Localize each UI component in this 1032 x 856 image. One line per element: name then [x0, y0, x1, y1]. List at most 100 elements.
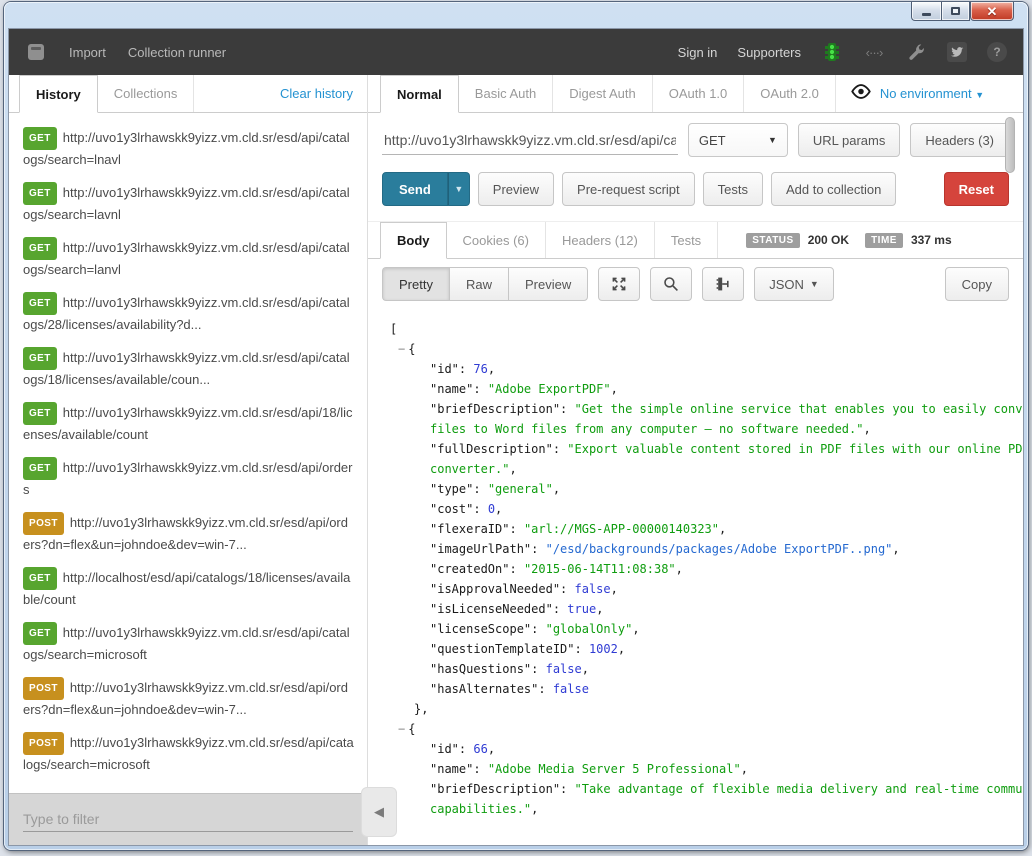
- tab-body[interactable]: Body: [380, 222, 447, 259]
- help-icon[interactable]: ?: [987, 42, 1007, 62]
- import-button[interactable]: Import: [69, 45, 106, 60]
- window-titlebar[interactable]: ✕: [4, 2, 1028, 28]
- json-line: [: [390, 319, 1003, 339]
- method-badge: POST: [23, 512, 64, 535]
- request-panel: NormalBasic AuthDigest AuthOAuth 1.0OAut…: [367, 75, 1023, 845]
- history-item[interactable]: POSThttp://uvo1y3lrhawskk9yizz.vm.cld.sr…: [23, 506, 355, 561]
- chevron-down-icon: ▼: [810, 279, 819, 289]
- url-input[interactable]: [382, 126, 678, 155]
- collection-runner-button[interactable]: Collection runner: [128, 45, 226, 60]
- response-json: [−{"id": 76,"name": "Adobe ExportPDF","b…: [368, 309, 1023, 845]
- view-mode-preview[interactable]: Preview: [508, 267, 588, 301]
- filter-input[interactable]: [23, 807, 353, 832]
- history-item[interactable]: GEThttp://uvo1y3lrhawskk9yizz.vm.cld.sr/…: [23, 341, 355, 396]
- prerequest-script-button[interactable]: Pre-request script: [562, 172, 695, 206]
- clear-history-link[interactable]: Clear history: [280, 86, 367, 101]
- history-item[interactable]: GEThttp://uvo1y3lrhawskk9yizz.vm.cld.sr/…: [23, 286, 355, 341]
- add-to-collection-button[interactable]: Add to collection: [771, 172, 896, 206]
- search-button[interactable]: [650, 267, 692, 301]
- filter-bar: [9, 793, 367, 845]
- history-item[interactable]: GEThttp://uvo1y3lrhawskk9yizz.vm.cld.sr/…: [23, 231, 355, 286]
- close-icon: ✕: [987, 5, 998, 18]
- json-line: "isLicenseNeeded": true,: [390, 599, 1003, 619]
- wrench-icon[interactable]: [905, 41, 927, 63]
- json-line: "type": "general",: [390, 479, 1003, 499]
- traffic-light-icon[interactable]: [821, 41, 843, 63]
- time-value: 337 ms: [911, 233, 952, 247]
- tab-digest-auth[interactable]: Digest Auth: [553, 75, 653, 112]
- history-item[interactable]: GEThttp://uvo1y3lrhawskk9yizz.vm.cld.sr/…: [23, 121, 355, 176]
- scrollbar-thumb[interactable]: [1005, 117, 1015, 173]
- method-select[interactable]: GET ▼: [688, 123, 788, 157]
- sidebar-collapse-handle[interactable]: ◀: [361, 787, 397, 837]
- response-view-toolbar: PrettyRawPreview: [368, 259, 1023, 309]
- chevron-down-icon: ▼: [975, 90, 984, 100]
- history-item[interactable]: GEThttp://localhost/esd/api/catalogs/18/…: [23, 561, 355, 616]
- environment-selector[interactable]: No environment ▼: [880, 86, 984, 101]
- format-select[interactable]: JSON ▼: [754, 267, 834, 301]
- history-item[interactable]: GEThttp://uvo1y3lrhawskk9yizz.vm.cld.sr/…: [23, 616, 355, 671]
- twitter-icon[interactable]: [947, 42, 967, 62]
- close-button[interactable]: ✕: [970, 2, 1014, 21]
- history-item[interactable]: GEThttp://uvo1y3lrhawskk9yizz.vm.cld.sr/…: [23, 396, 355, 451]
- top-navbar: Import Collection runner Sign in Support…: [9, 29, 1023, 75]
- auth-tabs: NormalBasic AuthDigest AuthOAuth 1.0OAut…: [368, 75, 1023, 113]
- json-line: "hasQuestions": false,: [390, 659, 1003, 679]
- tab-headers-12-[interactable]: Headers (12): [546, 222, 655, 258]
- view-mode-pretty[interactable]: Pretty: [382, 267, 449, 301]
- headers-button[interactable]: Headers (3): [910, 123, 1009, 157]
- tab-tests[interactable]: Tests: [655, 222, 718, 258]
- tab-oauth-1-0[interactable]: OAuth 1.0: [653, 75, 745, 112]
- format-value: JSON: [769, 277, 804, 292]
- json-line: −{: [390, 719, 1003, 739]
- history-url: http://uvo1y3lrhawskk9yizz.vm.cld.sr/esd…: [23, 185, 350, 222]
- tab-normal[interactable]: Normal: [380, 75, 459, 113]
- tab-collections[interactable]: Collections: [98, 75, 195, 112]
- method-badge: GET: [23, 182, 57, 205]
- sign-in-link[interactable]: Sign in: [678, 45, 718, 60]
- history-item[interactable]: POSThttp://uvo1y3lrhawskk9yizz.vm.cld.sr…: [23, 671, 355, 726]
- json-line: "imageUrlPath": "/esd/backgrounds/packag…: [390, 539, 1003, 559]
- response-meta: STATUS 200 OK TIME 337 ms: [746, 222, 959, 258]
- supporters-link[interactable]: Supporters: [737, 45, 801, 60]
- time-badge: TIME: [865, 233, 903, 248]
- chevron-down-icon: ▼: [454, 184, 463, 194]
- history-item[interactable]: POSThttp://uvo1y3lrhawskk9yizz.vm.cld.sr…: [23, 726, 355, 781]
- preview-button[interactable]: Preview: [478, 172, 554, 206]
- history-item[interactable]: GEThttp://uvo1y3lrhawskk9yizz.vm.cld.sr/…: [23, 176, 355, 231]
- method-badge: GET: [23, 567, 57, 590]
- fold-toggle-icon[interactable]: −: [398, 342, 405, 356]
- json-line: "licenseScope": "globalOnly",: [390, 619, 1003, 639]
- json-line: files to Word files from any computer — …: [390, 419, 1003, 439]
- method-badge: GET: [23, 402, 57, 425]
- json-line: "fullDescription": "Export valuable cont…: [390, 439, 1003, 459]
- eye-icon[interactable]: [850, 84, 872, 104]
- history-url: http://uvo1y3lrhawskk9yizz.vm.cld.sr/esd…: [23, 735, 354, 772]
- method-badge: GET: [23, 347, 57, 370]
- url-params-button[interactable]: URL params: [798, 123, 900, 157]
- send-button[interactable]: Send: [382, 172, 448, 206]
- maximize-button[interactable]: [941, 2, 970, 21]
- view-mode-raw[interactable]: Raw: [449, 267, 508, 301]
- collapse-gutter-button[interactable]: [702, 267, 744, 301]
- tab-oauth-2-0[interactable]: OAuth 2.0: [744, 75, 836, 112]
- tab-basic-auth[interactable]: Basic Auth: [459, 75, 553, 112]
- search-icon: [663, 276, 679, 292]
- history-url: http://uvo1y3lrhawskk9yizz.vm.cld.sr/esd…: [23, 460, 353, 497]
- json-line: "hasAlternates": false: [390, 679, 1003, 699]
- tests-button[interactable]: Tests: [703, 172, 763, 206]
- fold-toggle-icon[interactable]: −: [398, 722, 405, 736]
- json-line: "id": 66,: [390, 739, 1003, 759]
- copy-button[interactable]: Copy: [945, 267, 1009, 301]
- minimize-button[interactable]: [911, 2, 941, 21]
- drawer-icon[interactable]: [25, 41, 47, 63]
- history-item[interactable]: GEThttp://uvo1y3lrhawskk9yizz.vm.cld.sr/…: [23, 451, 355, 506]
- code-icon[interactable]: ‹···›: [863, 41, 885, 63]
- expand-button[interactable]: [598, 267, 640, 301]
- reset-button[interactable]: Reset: [944, 172, 1009, 206]
- tab-cookies-6-[interactable]: Cookies (6): [447, 222, 546, 258]
- collapse-arrow-icon: ◀: [374, 804, 384, 820]
- tab-history[interactable]: History: [19, 75, 98, 113]
- json-line: "cost": 0,: [390, 499, 1003, 519]
- send-options-button[interactable]: ▼: [448, 172, 470, 206]
